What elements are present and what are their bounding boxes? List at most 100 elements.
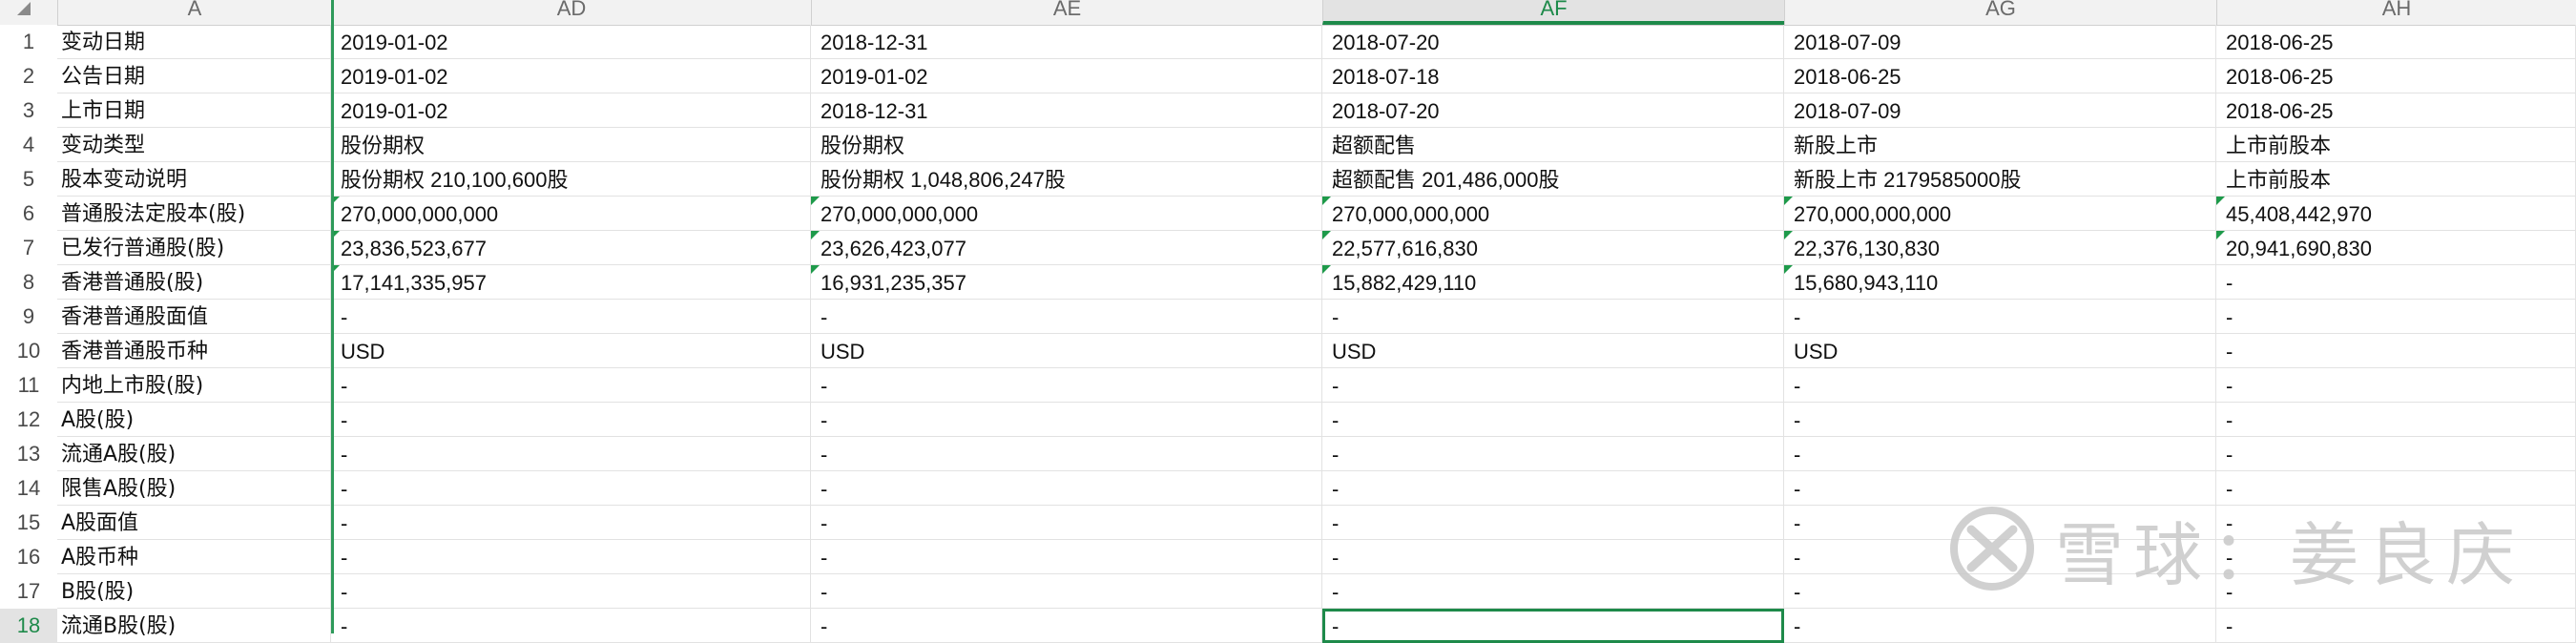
table-cell-ad[interactable]: 270,000,000,000 bbox=[331, 197, 811, 231]
row-label-cell[interactable]: 已发行普通股(股) bbox=[57, 231, 331, 265]
table-cell-af[interactable]: 15,882,429,110 bbox=[1322, 265, 1784, 300]
row-number[interactable]: 16 bbox=[0, 540, 57, 574]
row-number[interactable]: 9 bbox=[0, 300, 57, 334]
table-cell-ag[interactable]: - bbox=[1784, 403, 2216, 437]
row-label-cell[interactable]: A股(股) bbox=[57, 403, 331, 437]
table-cell-ae[interactable]: - bbox=[811, 609, 1322, 643]
row-number[interactable]: 7 bbox=[0, 231, 57, 265]
row-number[interactable]: 12 bbox=[0, 403, 57, 437]
table-cell-ah[interactable]: 2018-06-25 bbox=[2216, 59, 2576, 93]
table-cell-ag[interactable]: - bbox=[1784, 609, 2216, 643]
row-label-cell[interactable]: 香港普通股币种 bbox=[57, 334, 331, 368]
table-cell-af[interactable]: 270,000,000,000 bbox=[1322, 197, 1784, 231]
table-cell-ag[interactable]: - bbox=[1784, 368, 2216, 403]
table-cell-ae[interactable]: - bbox=[811, 437, 1322, 471]
table-cell-ah[interactable]: 2018-06-25 bbox=[2216, 25, 2576, 59]
table-cell-ad[interactable]: - bbox=[331, 368, 811, 403]
column-header-ah[interactable]: AH bbox=[2216, 0, 2576, 25]
table-cell-ae[interactable]: - bbox=[811, 471, 1322, 506]
row-label-cell[interactable]: 普通股法定股本(股) bbox=[57, 197, 331, 231]
table-cell-ad[interactable]: 股份期权 210,100,600股 bbox=[331, 162, 811, 197]
table-cell-ae[interactable]: 16,931,235,357 bbox=[811, 265, 1322, 300]
table-cell-ad[interactable]: - bbox=[331, 540, 811, 574]
table-cell-ag[interactable]: 新股上市 bbox=[1784, 128, 2216, 162]
row-label-cell[interactable]: B股(股) bbox=[57, 574, 331, 609]
row-number[interactable]: 2 bbox=[0, 59, 57, 93]
table-cell-af[interactable]: - bbox=[1322, 609, 1784, 643]
table-cell-ad[interactable]: - bbox=[331, 300, 811, 334]
row-number[interactable]: 13 bbox=[0, 437, 57, 471]
table-cell-ah[interactable]: 2018-06-25 bbox=[2216, 93, 2576, 128]
row-label-cell[interactable]: 股本变动说明 bbox=[57, 162, 331, 197]
row-number[interactable]: 14 bbox=[0, 471, 57, 506]
table-cell-ae[interactable]: 2019-01-02 bbox=[811, 59, 1322, 93]
table-cell-ah[interactable]: - bbox=[2216, 300, 2576, 334]
table-cell-ad[interactable]: 股份期权 bbox=[331, 128, 811, 162]
select-all-corner[interactable] bbox=[0, 0, 57, 25]
table-cell-ag[interactable]: - bbox=[1784, 300, 2216, 334]
table-cell-ah[interactable]: - bbox=[2216, 368, 2576, 403]
row-label-cell[interactable]: 流通A股(股) bbox=[57, 437, 331, 471]
column-header-ae[interactable]: AE bbox=[811, 0, 1322, 25]
row-label-cell[interactable]: 流通B股(股) bbox=[57, 609, 331, 643]
row-label-cell[interactable]: 香港普通股面值 bbox=[57, 300, 331, 334]
table-cell-ad[interactable]: - bbox=[331, 437, 811, 471]
table-cell-af[interactable]: - bbox=[1322, 574, 1784, 609]
table-cell-ag[interactable]: 2018-06-25 bbox=[1784, 59, 2216, 93]
row-label-cell[interactable]: 限售A股(股) bbox=[57, 471, 331, 506]
table-cell-ad[interactable]: 2019-01-02 bbox=[331, 93, 811, 128]
row-number[interactable]: 3 bbox=[0, 93, 57, 128]
table-cell-ag[interactable]: USD bbox=[1784, 334, 2216, 368]
table-cell-af[interactable]: 2018-07-18 bbox=[1322, 59, 1784, 93]
table-cell-ad[interactable]: 2019-01-02 bbox=[331, 59, 811, 93]
table-cell-af[interactable]: - bbox=[1322, 437, 1784, 471]
table-cell-ad[interactable]: - bbox=[331, 609, 811, 643]
table-cell-af[interactable]: 22,577,616,830 bbox=[1322, 231, 1784, 265]
row-label-cell[interactable]: A股面值 bbox=[57, 506, 331, 540]
table-cell-af[interactable]: - bbox=[1322, 540, 1784, 574]
table-cell-ae[interactable]: - bbox=[811, 506, 1322, 540]
row-number[interactable]: 10 bbox=[0, 334, 57, 368]
table-cell-af[interactable]: - bbox=[1322, 471, 1784, 506]
table-cell-af[interactable]: 2018-07-20 bbox=[1322, 25, 1784, 59]
table-cell-af[interactable]: 超额配售 201,486,000股 bbox=[1322, 162, 1784, 197]
table-cell-af[interactable]: - bbox=[1322, 300, 1784, 334]
row-number[interactable]: 8 bbox=[0, 265, 57, 300]
table-cell-ad[interactable]: - bbox=[331, 574, 811, 609]
table-cell-ae[interactable]: 股份期权 bbox=[811, 128, 1322, 162]
table-cell-ah[interactable]: 20,941,690,830 bbox=[2216, 231, 2576, 265]
table-cell-ad[interactable]: 23,836,523,677 bbox=[331, 231, 811, 265]
row-label-cell[interactable]: 上市日期 bbox=[57, 93, 331, 128]
table-cell-ag[interactable]: 2018-07-09 bbox=[1784, 93, 2216, 128]
table-cell-ae[interactable]: 270,000,000,000 bbox=[811, 197, 1322, 231]
table-cell-ae[interactable]: 2018-12-31 bbox=[811, 25, 1322, 59]
row-label-cell[interactable]: A股币种 bbox=[57, 540, 331, 574]
table-cell-ad[interactable]: 2019-01-02 bbox=[331, 25, 811, 59]
frozen-pane-divider[interactable] bbox=[331, 0, 334, 633]
table-cell-ah[interactable]: - bbox=[2216, 609, 2576, 643]
table-cell-ad[interactable]: USD bbox=[331, 334, 811, 368]
row-label-cell[interactable]: 变动日期 bbox=[57, 25, 331, 59]
row-number[interactable]: 6 bbox=[0, 197, 57, 231]
table-cell-ae[interactable]: - bbox=[811, 403, 1322, 437]
table-cell-ah[interactable]: - bbox=[2216, 437, 2576, 471]
table-cell-ae[interactable]: - bbox=[811, 574, 1322, 609]
table-cell-ae[interactable]: 股份期权 1,048,806,247股 bbox=[811, 162, 1322, 197]
table-cell-ae[interactable]: - bbox=[811, 300, 1322, 334]
table-cell-ag[interactable]: 2018-07-09 bbox=[1784, 25, 2216, 59]
table-cell-af[interactable]: - bbox=[1322, 368, 1784, 403]
table-cell-af[interactable]: - bbox=[1322, 403, 1784, 437]
row-number[interactable]: 1 bbox=[0, 25, 57, 59]
table-cell-af[interactable]: USD bbox=[1322, 334, 1784, 368]
row-number[interactable]: 18 bbox=[0, 609, 57, 643]
table-cell-ad[interactable]: 17,141,335,957 bbox=[331, 265, 811, 300]
table-cell-ae[interactable]: - bbox=[811, 540, 1322, 574]
table-cell-ah[interactable]: 45,408,442,970 bbox=[2216, 197, 2576, 231]
table-cell-af[interactable]: 2018-07-20 bbox=[1322, 93, 1784, 128]
row-number[interactable]: 4 bbox=[0, 128, 57, 162]
table-cell-af[interactable]: 超额配售 bbox=[1322, 128, 1784, 162]
table-cell-ad[interactable]: - bbox=[331, 506, 811, 540]
table-cell-ah[interactable]: - bbox=[2216, 403, 2576, 437]
row-label-cell[interactable]: 公告日期 bbox=[57, 59, 331, 93]
table-cell-ae[interactable]: USD bbox=[811, 334, 1322, 368]
